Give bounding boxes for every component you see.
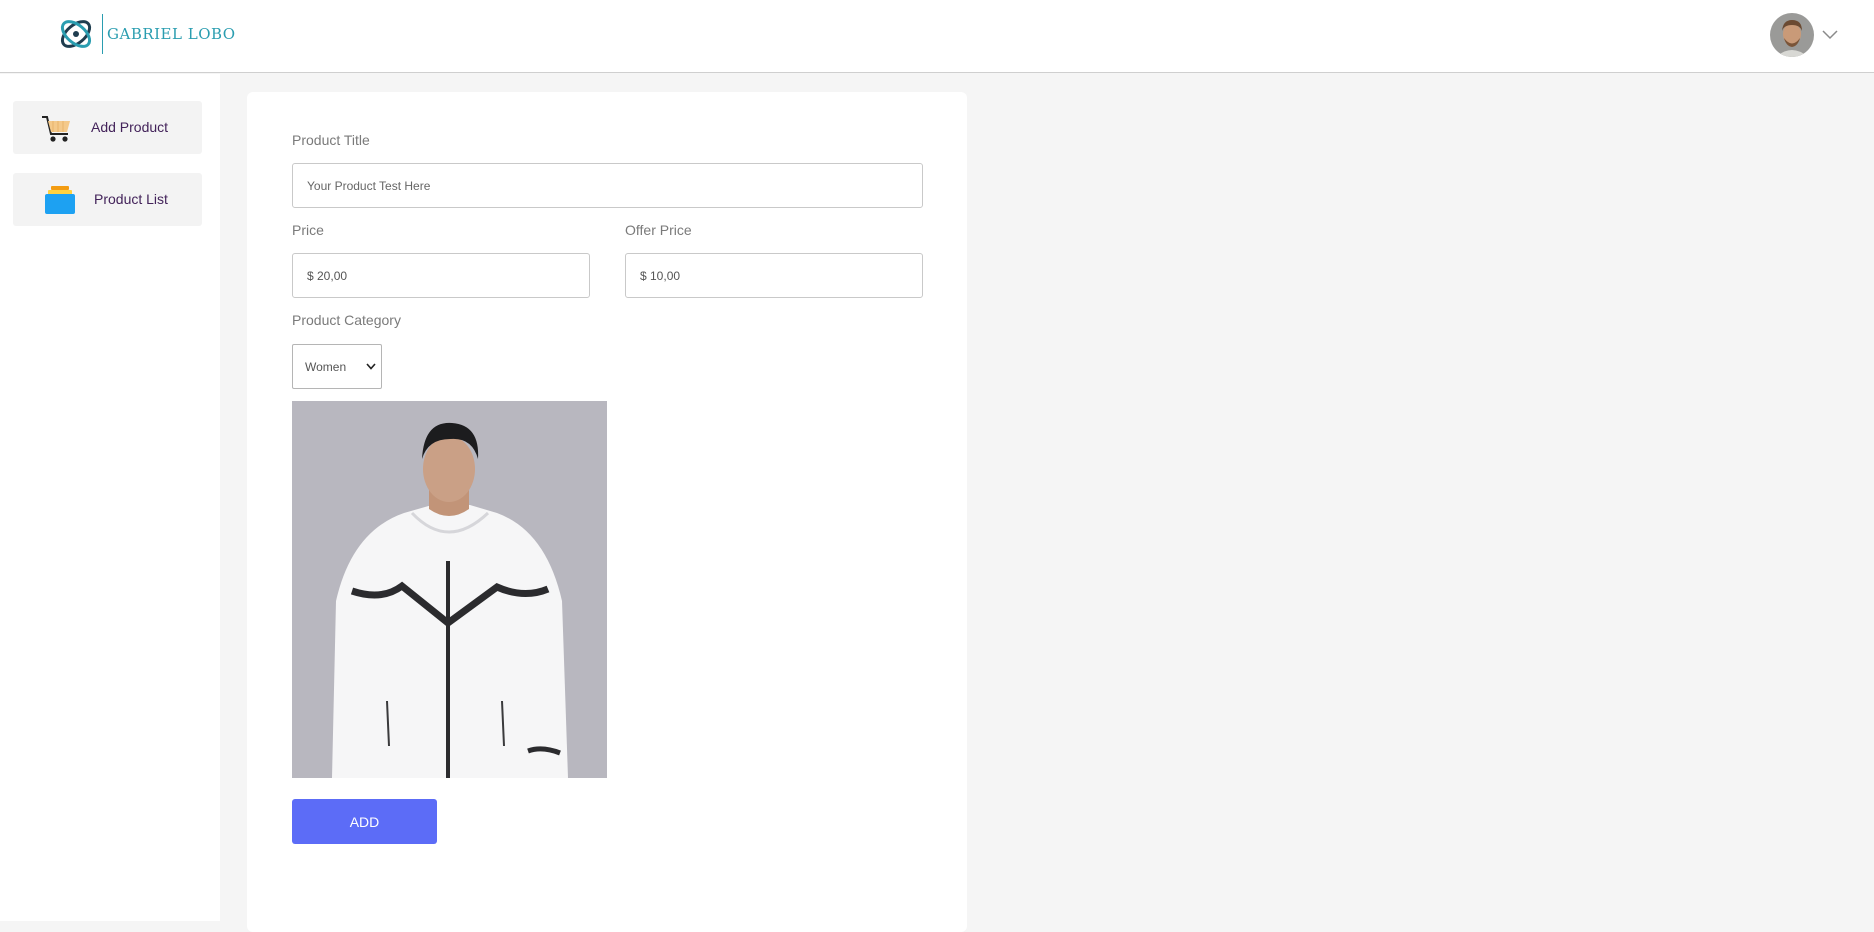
product-title-input[interactable] [292, 163, 923, 208]
price-input[interactable] [292, 253, 590, 298]
category-selected-value: Women [305, 359, 347, 374]
product-title-label: Product Title [292, 132, 370, 148]
sidebar-item-product-list[interactable]: Product List [13, 173, 202, 226]
add-button[interactable]: ADD [292, 799, 437, 844]
sidebar-item-add-product[interactable]: Add Product [13, 101, 202, 154]
chevron-down-icon[interactable] [1822, 30, 1838, 40]
sidebar-item-label: Add Product [91, 119, 169, 135]
chevron-down-icon [366, 363, 376, 370]
offer-price-label: Offer Price [625, 222, 692, 238]
avatar [1770, 13, 1814, 57]
offer-price-input[interactable] [625, 253, 923, 298]
sidebar-item-label: Product List [94, 191, 168, 207]
stack-icon [45, 186, 75, 214]
product-photo [292, 401, 607, 778]
brand-divider [102, 14, 103, 54]
brand-name: GABRIEL LOBO [107, 25, 236, 43]
category-select[interactable]: Women [292, 344, 382, 389]
sidebar: Add Product Product List [0, 74, 220, 921]
cart-icon [42, 116, 70, 142]
orbit-logo-icon [60, 20, 92, 48]
top-bar: GABRIEL LOBO [0, 0, 1874, 73]
price-label: Price [292, 222, 324, 238]
upload-image-preview[interactable] [292, 401, 607, 778]
add-product-form: Product Title Price Offer Price Product … [247, 92, 967, 932]
product-category-label: Product Category [292, 312, 401, 328]
profile-menu[interactable] [1770, 13, 1838, 57]
brand-logo[interactable]: GABRIEL LOBO [56, 13, 236, 55]
